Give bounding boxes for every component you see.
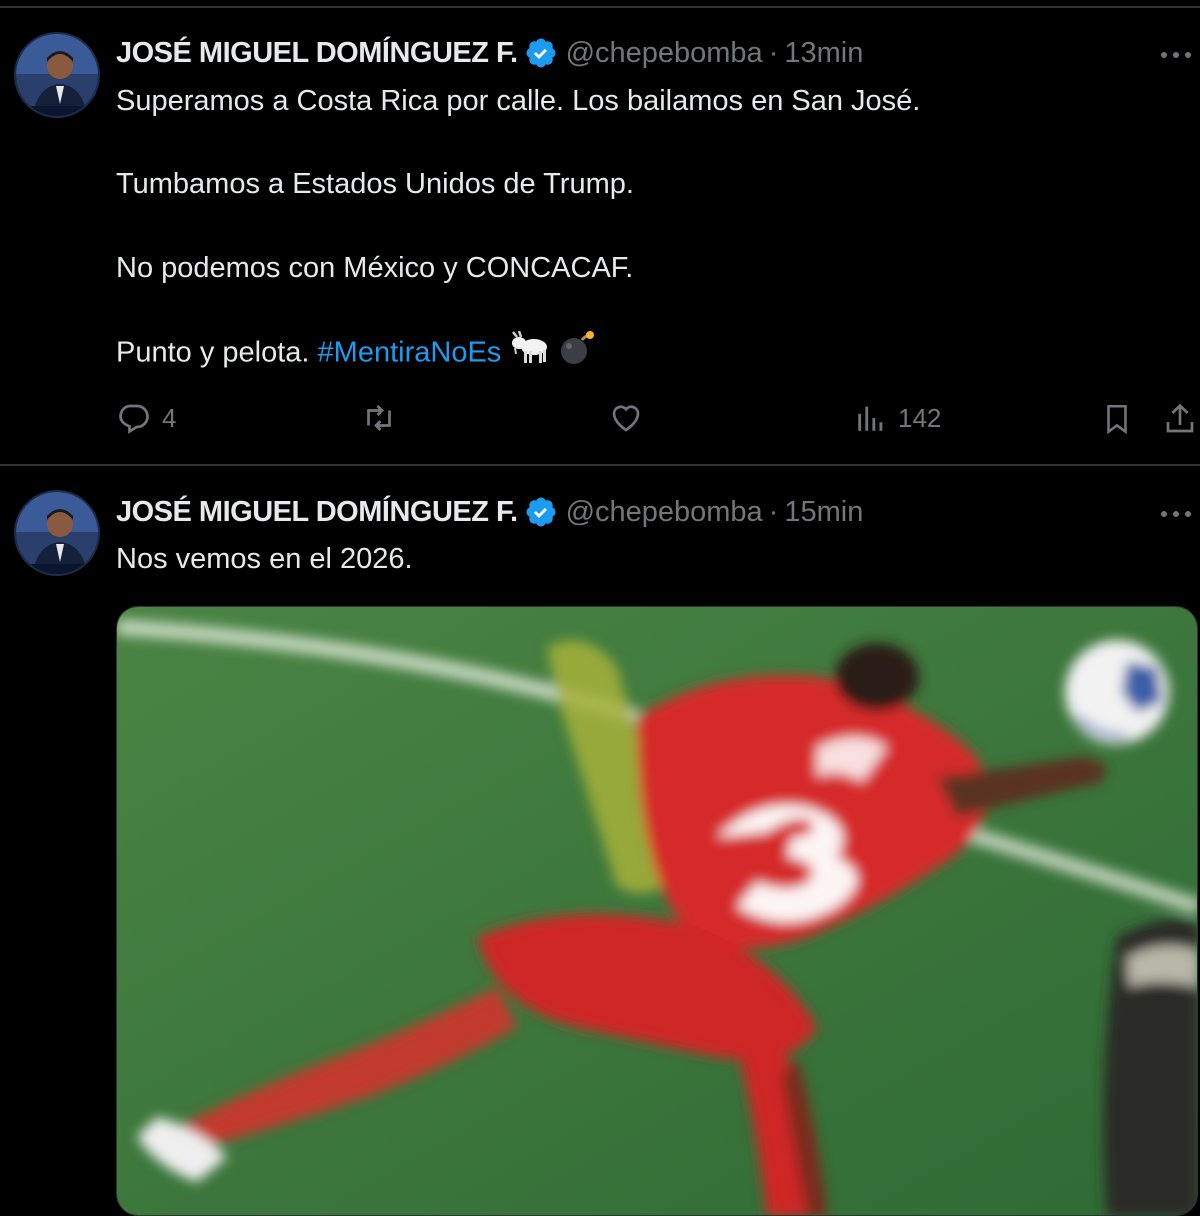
tweet-text-line: No podemos con México y CONCACAF. [116,252,634,284]
share-icon [1162,400,1198,438]
tweet-text-line: Superamos a Costa Rica por calle. Los ba… [116,85,921,117]
more-options-icon[interactable] [1158,48,1194,62]
reply-icon [116,400,152,436]
author-handle[interactable]: @chepebomba [566,496,763,529]
share-button[interactable] [1162,400,1198,438]
author-name[interactable]: JOSÉ MIGUEL DOMÍNGUEZ F. [116,37,518,70]
tweet-time[interactable]: 15min [784,496,863,529]
tweet-header: JOSÉ MIGUEL DOMÍNGUEZ F. @chepebomba · 1… [116,33,863,73]
avatar[interactable] [14,490,100,576]
tweet-text-line: Tumbamos a Estados Unidos de Trump. [116,168,634,200]
hashtag-link[interactable]: #MentiraNoEs [318,337,502,369]
author-handle[interactable]: @chepebomba [566,37,763,70]
author-name[interactable]: JOSÉ MIGUEL DOMÍNGUEZ F. [116,496,518,529]
bookmark-icon [1100,400,1134,438]
reply-button[interactable]: 4 [116,400,176,436]
retweet-button[interactable] [360,400,408,436]
views-button[interactable]: 142 [854,400,941,436]
tweet-header: JOSÉ MIGUEL DOMÍNGUEZ F. @chepebomba · 1… [116,492,863,532]
tweet-time[interactable]: 13min [784,37,863,70]
tweet-text-line: Nos vemos en el 2026. [116,543,413,575]
retweet-icon [360,400,398,436]
avatar[interactable] [14,32,100,118]
tweet-media-photo[interactable] [116,606,1198,1216]
goat-emoji-icon [509,330,549,377]
meta-separator: · [768,495,779,528]
bomb-emoji-icon [557,330,595,378]
like-icon [608,400,644,436]
reply-count: 4 [162,402,177,433]
meta-separator: · [768,36,779,69]
verified-badge-icon [524,36,558,70]
like-button[interactable] [608,400,654,436]
tweet-1[interactable]: JOSÉ MIGUEL DOMÍNGUEZ F. @chepebomba · 1… [0,0,1200,464]
tweet-text-line: Punto y pelota. [116,336,310,369]
views-count: 142 [898,402,942,433]
verified-badge-icon [524,495,558,529]
more-options-icon[interactable] [1158,507,1194,521]
bookmark-button[interactable] [1100,400,1134,438]
tweet-text-last-line: Punto y pelota. #MentiraNoEs [116,330,595,378]
views-icon [854,400,888,436]
